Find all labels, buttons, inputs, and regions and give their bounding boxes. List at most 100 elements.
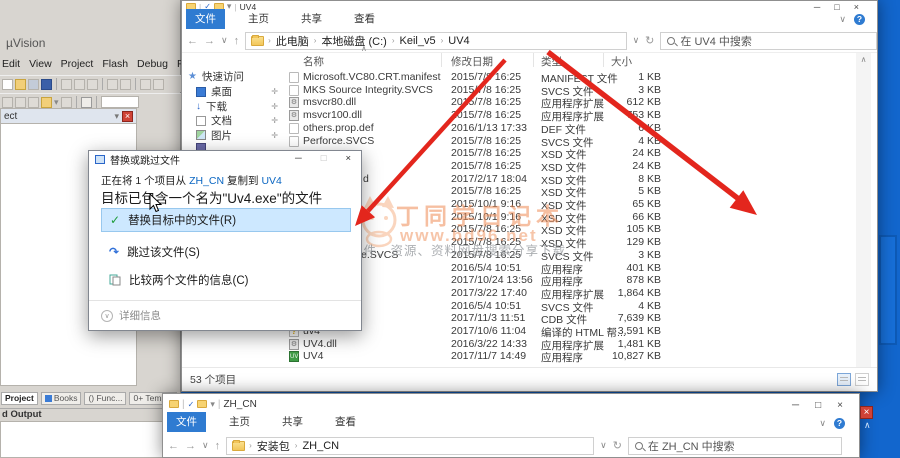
download-load-icon[interactable] — [80, 96, 92, 108]
maximize-icon[interactable]: □ — [815, 400, 821, 411]
refresh-icon[interactable]: ↻ — [645, 34, 654, 47]
paste-icon[interactable] — [87, 78, 98, 90]
replace-file-button[interactable]: ✓ 替换目标中的文件(R) — [101, 208, 351, 232]
keil-menu-view[interactable]: View — [29, 58, 52, 74]
table-row[interactable]: 2016/5/4 10:51 SVCS 文件 4 KB — [281, 300, 853, 314]
breadcrumb-item-1[interactable]: 安装包 — [257, 438, 290, 454]
breadcrumb-item-2[interactable]: 本地磁盘 (C:) — [321, 33, 386, 49]
table-row[interactable]: 2015/7/8 16:25 XSD 文件 24 KB — [281, 147, 853, 161]
ribbon-collapse-icon[interactable]: ∨ — [819, 418, 826, 429]
thumbnails-view-icon[interactable] — [855, 373, 869, 386]
build-icon[interactable] — [15, 96, 26, 108]
table-row[interactable]: e.SVCS 2015/7/8 16:25 SVCS 文件 3 KB — [281, 249, 853, 263]
scroll-up-icon[interactable]: ∧ — [856, 55, 871, 64]
keil-menu-flash[interactable]: Flash — [102, 58, 128, 74]
table-row[interactable]: ? uv4 2017/10/6 11:04 编译的 HTML 帮... 3,591 KB — [281, 325, 853, 339]
breadcrumb-item-1[interactable]: 此电脑 — [276, 33, 309, 49]
table-row[interactable]: 2016/5/4 10:51 应用程序 401 KB — [281, 262, 853, 276]
table-row[interactable]: MKS Source Integrity.SVCS 2015/7/8 16:25 S… — [281, 84, 853, 98]
table-row[interactable]: UV4.cdb2017/11/3 11:51CDB 文件7,639 KB — [281, 312, 853, 326]
table-row[interactable]: UV UV4 2017/11/7 14:49 应用程序 10,827 KB — [281, 350, 853, 364]
address-dropdown-icon[interactable]: ∨ — [633, 35, 640, 46]
redo-icon[interactable] — [120, 78, 131, 90]
address-dropdown-icon[interactable]: ∨ — [600, 440, 607, 451]
save-all-icon[interactable] — [41, 78, 52, 90]
keil-tab-3[interactable]: () Func... — [84, 391, 127, 405]
search-input[interactable]: 在 UV4 中搜索 — [660, 31, 877, 50]
target-select[interactable] — [100, 96, 139, 108]
dialog-minimize-icon[interactable]: ─ — [295, 153, 302, 164]
tab-share[interactable]: 共享 — [292, 9, 331, 29]
table-row[interactable]: 2015/7/8 16:25 XSD 文件 24 KB — [281, 160, 853, 174]
batch-build-icon[interactable] — [41, 96, 52, 108]
column-type[interactable]: 类型 — [541, 54, 562, 69]
table-row[interactable]: 2015/7/8 16:25 XSD 文件 5 KB — [281, 185, 853, 199]
pin-icon[interactable]: ▾ — [114, 111, 119, 122]
ribbon-collapse-icon[interactable]: ∨ — [839, 14, 846, 25]
quick-access-check-icon[interactable]: ✓ — [188, 400, 195, 409]
breadcrumb-item-2[interactable]: ZH_CN — [302, 440, 339, 452]
tab-view[interactable]: 查看 — [345, 9, 384, 29]
stop-build-icon[interactable] — [60, 96, 72, 108]
address-bar[interactable]: › 安装包 › ZH_CN — [226, 436, 595, 455]
keil-menu-project[interactable]: Project — [61, 58, 94, 74]
dialog-close-icon[interactable]: × — [345, 153, 351, 164]
nav-back-icon[interactable] — [140, 78, 151, 90]
skip-file-button[interactable]: ↷ 跳过该文件(S) — [101, 242, 351, 262]
open-file-icon[interactable] — [15, 78, 26, 90]
compare-files-button[interactable]: 比较两个文件的信息(C) — [101, 270, 351, 290]
table-row[interactable]: 2017/10/24 13:56 应用程序 878 KB — [281, 274, 853, 288]
sidebar-item-2[interactable]: ↓ 下载 ✛ — [196, 99, 278, 114]
table-row[interactable]: 2015/7/8 16:25 XSD 文件 129 KB — [281, 236, 853, 250]
sidebar-item-4[interactable]: 图片 ✛ — [196, 128, 278, 143]
qat-customize-icon[interactable]: ▾ — [227, 1, 232, 12]
table-row[interactable]: Perforce.SVCS 2015/7/8 16:25 SVCS 文件 4 KB — [281, 135, 853, 149]
close-icon[interactable]: × — [837, 400, 843, 411]
details-view-icon[interactable] — [837, 373, 851, 386]
table-row[interactable]: ⚙ UV4.dll 2016/3/22 14:33 应用程序扩展 1,481 KB — [281, 338, 853, 352]
keil-menu-edit[interactable]: Edit — [2, 58, 20, 74]
column-date[interactable]: 修改日期 — [451, 54, 493, 69]
vertical-scrollbar[interactable]: ∧ — [856, 53, 871, 367]
table-row[interactable]: Microsoft.VC80.CRT.manifest 2015/7/8 16:2… — [281, 71, 853, 85]
copy-icon[interactable] — [74, 78, 85, 90]
forward-icon[interactable]: → — [204, 35, 215, 47]
qat-customize-icon[interactable]: ▾ — [210, 399, 215, 410]
table-row[interactable]: 2015/10/1 9:16 XSD 文件 66 KB — [281, 211, 853, 225]
help-icon[interactable]: ? — [834, 418, 845, 429]
cut-icon[interactable] — [61, 78, 72, 90]
build-dropdown-icon[interactable]: ▾ — [54, 97, 59, 108]
tab-home[interactable]: 主页 — [220, 412, 259, 432]
table-row[interactable]: 2015/7/8 16:25 XSD 文件 105 KB — [281, 223, 853, 237]
breadcrumb-item-4[interactable]: UV4 — [448, 35, 469, 47]
search-input[interactable]: 在 ZH_CN 中搜索 — [627, 436, 842, 455]
keil-tab-2[interactable]: Books — [40, 391, 82, 405]
nav-forward-icon[interactable] — [153, 78, 164, 90]
background-close-icon[interactable]: × — [860, 406, 873, 419]
rebuild-icon[interactable] — [28, 96, 39, 108]
sidebar-item-3[interactable]: 文档 ✛ — [196, 113, 278, 128]
keil-tab-1[interactable]: Project — [1, 391, 38, 405]
back-icon[interactable]: ← — [187, 35, 198, 47]
up-icon[interactable]: ↑ — [234, 35, 240, 47]
translate-icon[interactable] — [2, 96, 13, 108]
save-icon[interactable] — [28, 78, 39, 90]
recent-locations-icon[interactable]: ∨ — [221, 35, 228, 46]
keil-menu-debug[interactable]: Debug — [137, 58, 168, 74]
tab-home[interactable]: 主页 — [239, 9, 278, 29]
table-row[interactable]: 2015/10/1 9:16 XSD 文件 65 KB — [281, 198, 853, 212]
table-row[interactable]: d 2017/2/17 18:04 XSD 文件 8 KB — [281, 173, 853, 187]
back-icon[interactable]: ← — [168, 440, 179, 452]
recent-locations-icon[interactable]: ∨ — [202, 440, 209, 451]
sidebar-quick-access[interactable]: ★ 快速访问 — [188, 69, 244, 84]
column-name[interactable]: 名称 — [303, 54, 324, 69]
tab-file[interactable]: 文件 — [186, 9, 225, 29]
more-details-toggle[interactable]: ∨ 详细信息 — [101, 308, 161, 323]
maximize-icon[interactable]: □ — [834, 2, 839, 12]
close-icon[interactable]: × — [854, 2, 859, 12]
help-icon[interactable]: ? — [854, 14, 865, 25]
tab-view[interactable]: 查看 — [326, 412, 365, 432]
dest-folder-link[interactable]: UV4 — [261, 175, 281, 187]
address-bar[interactable]: › 此电脑 › 本地磁盘 (C:) › Keil_v5 › UV4 — [245, 31, 627, 50]
minimize-icon[interactable]: ─ — [814, 2, 820, 12]
